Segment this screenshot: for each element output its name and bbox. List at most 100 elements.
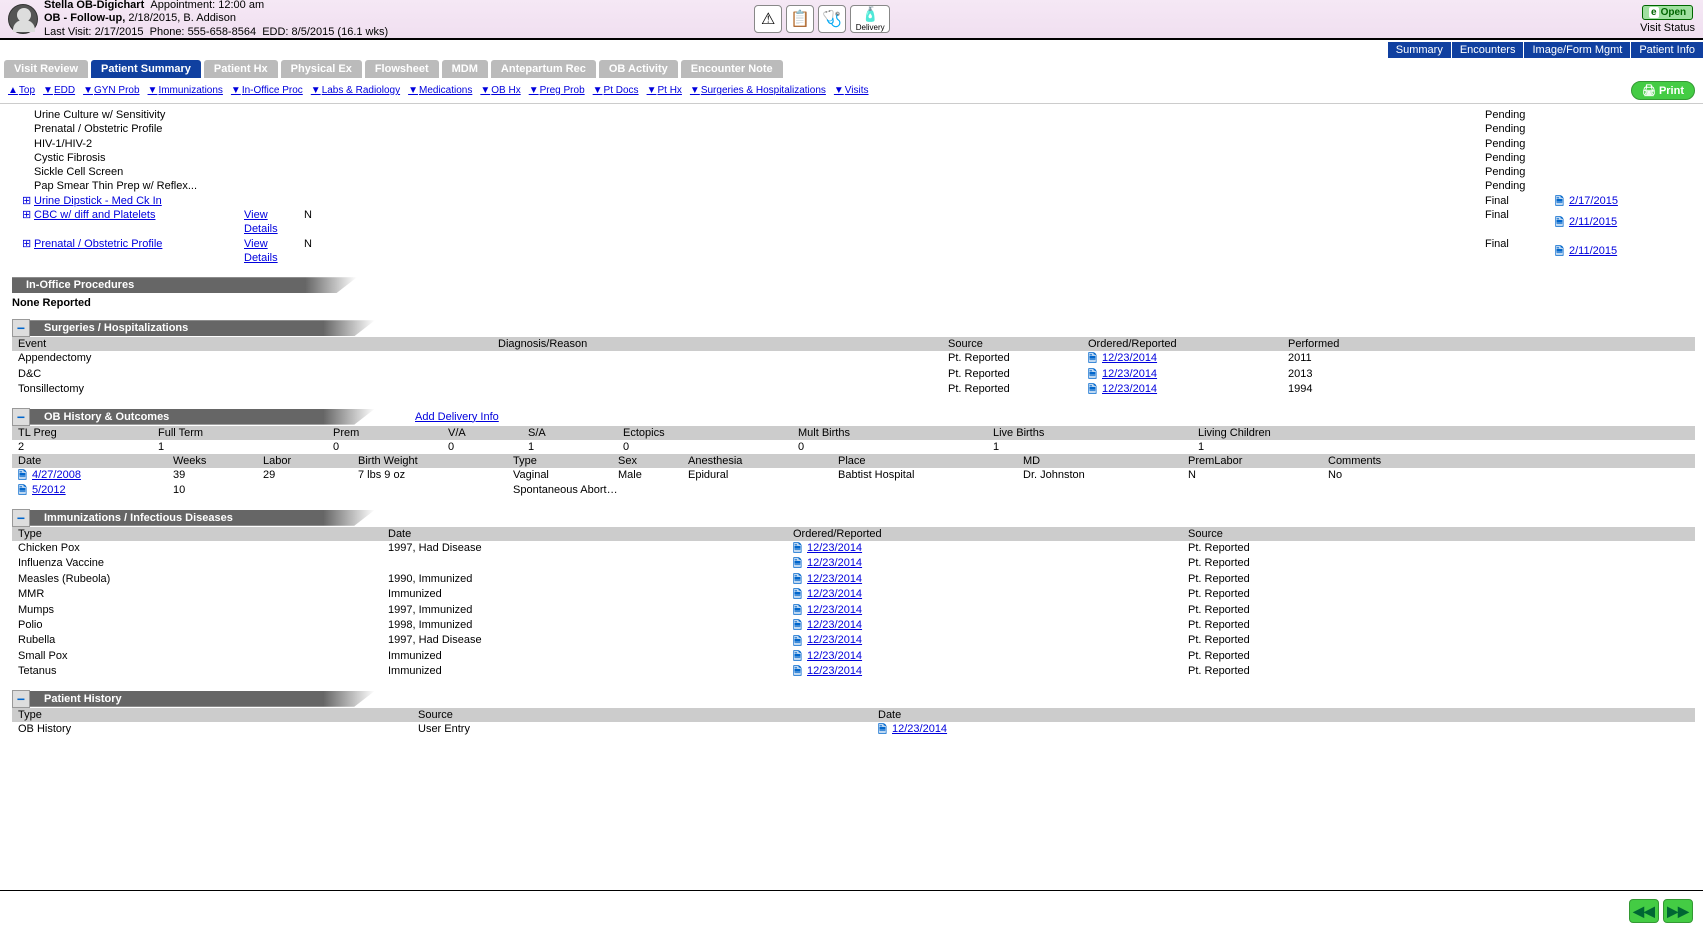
view-details-link[interactable]: View Details: [244, 209, 278, 235]
link-immunizations[interactable]: ▼Immunizations: [148, 85, 223, 96]
lab-flag: [304, 151, 344, 165]
date-link[interactable]: 12/23/2014: [807, 556, 862, 570]
link-top[interactable]: ▲Top: [8, 85, 35, 96]
date-link[interactable]: 12/23/2014: [807, 633, 862, 647]
section-ob-history: − OB History & Outcomes Add Delivery Inf…: [12, 408, 1695, 499]
collapse-icon[interactable]: −: [12, 319, 30, 337]
date-link[interactable]: 5/2012: [32, 483, 66, 497]
document-icon: 🗎: [793, 635, 805, 647]
encounters-button[interactable]: Encounters: [1452, 42, 1524, 58]
date-link[interactable]: 4/27/2008: [32, 468, 81, 482]
collapse-icon[interactable]: −: [12, 690, 30, 708]
link-preg-prob[interactable]: ▼Preg Prob: [529, 85, 585, 96]
tab-visit-review[interactable]: Visit Review: [4, 60, 88, 78]
prev-arrow-icon[interactable]: ◀◀: [1629, 899, 1659, 923]
collapse-icon[interactable]: −: [12, 408, 30, 426]
expand-icon[interactable]: ⊞: [22, 194, 34, 208]
link-edd[interactable]: ▼EDD: [43, 85, 75, 96]
table-row: Chicken Pox1997, Had Disease🗎12/23/2014P…: [12, 541, 1695, 556]
date-link[interactable]: 12/23/2014: [1102, 382, 1157, 396]
alert-icon[interactable]: ⚠: [754, 5, 782, 33]
date-link[interactable]: 12/23/2014: [1102, 351, 1157, 365]
table-row: TonsillectomyPt. Reported🗎12/23/20141994: [12, 382, 1695, 397]
stethoscope-icon[interactable]: 🩺: [818, 5, 846, 33]
link-pt-docs[interactable]: ▼Pt Docs: [593, 85, 639, 96]
printer-icon: 🖨: [1642, 84, 1656, 97]
date-link[interactable]: 12/23/2014: [807, 541, 862, 555]
lab-flag: [304, 122, 344, 136]
collapse-icon[interactable]: −: [12, 509, 30, 527]
table-row: OB HistoryUser Entry🗎12/23/2014: [12, 722, 1695, 737]
link-medications[interactable]: ▼Medications: [408, 85, 472, 96]
tab-antepartum-rec[interactable]: Antepartum Rec: [491, 60, 596, 78]
tab-encounter-note[interactable]: Encounter Note: [681, 60, 783, 78]
date-link[interactable]: 12/23/2014: [1102, 367, 1157, 381]
date-link[interactable]: 12/23/2014: [807, 587, 862, 601]
tab-ob-activity[interactable]: OB Activity: [599, 60, 678, 78]
date-link[interactable]: 12/23/2014: [807, 572, 862, 586]
date-link[interactable]: 12/23/2014: [807, 618, 862, 632]
link-pt-hx[interactable]: ▼Pt Hx: [647, 85, 682, 96]
link-ob-hx[interactable]: ▼OB Hx: [480, 85, 520, 96]
patient-avatar-icon: [8, 4, 38, 34]
lab-flag: [304, 179, 344, 193]
lab-status: Pending: [1485, 122, 1555, 136]
print-button[interactable]: 🖨Print: [1631, 81, 1695, 100]
lab-date-link[interactable]: 2/11/2015: [1569, 244, 1617, 258]
next-arrow-icon[interactable]: ▶▶: [1663, 899, 1693, 923]
lab-name-link[interactable]: CBC w/ diff and Platelets: [34, 208, 244, 237]
summary-button[interactable]: Summary: [1388, 42, 1451, 58]
document-icon: 🗎: [793, 650, 805, 662]
ob-summary-row: 2 1 0 0 1 0 0 1 1: [12, 440, 1695, 454]
add-delivery-info-link[interactable]: Add Delivery Info: [415, 411, 499, 423]
tab-mdm[interactable]: MDM: [442, 60, 488, 78]
tab-flowsheet[interactable]: Flowsheet: [365, 60, 439, 78]
section-title: Patient History: [30, 691, 375, 707]
lab-flag: N: [304, 237, 344, 266]
lab-name-link[interactable]: Prenatal / Obstetric Profile: [34, 237, 244, 266]
table-row: 🗎4/27/200839297 lbs 9 ozVaginalMaleEpidu…: [12, 468, 1695, 483]
expand-icon[interactable]: ⊞: [22, 208, 34, 237]
patient-info-block: Stella OB-Digichart Appointment: 12:00 a…: [44, 0, 388, 39]
section-immunizations: − Immunizations / Infectious Diseases Ty…: [12, 509, 1695, 680]
patient-info-button[interactable]: Patient Info: [1631, 42, 1703, 58]
document-icon: 🗎: [1088, 383, 1100, 395]
document-icon: 🗎: [1088, 352, 1100, 364]
section-title: Immunizations / Infectious Diseases: [30, 510, 375, 526]
tab-patient-summary[interactable]: Patient Summary: [91, 60, 201, 78]
open-status-badge[interactable]: eOpen: [1642, 5, 1693, 20]
date-link[interactable]: 12/23/2014: [807, 603, 862, 617]
expand-icon[interactable]: ⊞: [22, 237, 34, 266]
lab-date-link[interactable]: 2/11/2015: [1569, 215, 1617, 229]
table-row: Mumps1997, Immunized🗎12/23/2014Pt. Repor…: [12, 603, 1695, 618]
view-details-link[interactable]: View Details: [244, 238, 278, 264]
lab-name: HIV-1/HIV-2: [34, 137, 244, 151]
image-form-mgmt-button[interactable]: Image/Form Mgmt: [1524, 42, 1630, 58]
top-action-bar: SummaryEncountersImage/Form MgmtPatient …: [0, 40, 1703, 60]
table-row: Influenza Vaccine🗎12/23/2014Pt. Reported: [12, 556, 1695, 571]
document-icon: 🗎: [18, 469, 30, 481]
lab-name-link[interactable]: Urine Dipstick - Med Ck In: [34, 194, 244, 208]
link-labs-radiology[interactable]: ▼Labs & Radiology: [311, 85, 400, 96]
document-icon: 🗎: [793, 542, 805, 554]
content-scroll-area[interactable]: Urine Culture w/ SensitivityPendingPrena…: [0, 104, 1703, 744]
link-in-office-proc[interactable]: ▼In-Office Proc: [231, 85, 303, 96]
lab-date-link[interactable]: 2/17/2015: [1569, 194, 1618, 208]
tab-physical-ex[interactable]: Physical Ex: [281, 60, 362, 78]
link-surgeries[interactable]: ▼Surgeries & Hospitalizations: [690, 85, 826, 96]
link-visits[interactable]: ▼Visits: [834, 85, 869, 96]
tab-patient-hx[interactable]: Patient Hx: [204, 60, 278, 78]
main-tabs: Visit Review Patient Summary Patient Hx …: [0, 60, 1703, 78]
document-icon: 🗎: [793, 619, 805, 631]
lab-flag: N: [304, 208, 344, 237]
header-action-icons: ⚠ 📋 🩺 🧴Delivery: [754, 5, 890, 33]
delivery-icon[interactable]: 🧴Delivery: [850, 5, 890, 33]
date-link[interactable]: 12/23/2014: [807, 664, 862, 678]
clipboard-icon[interactable]: 📋: [786, 5, 814, 33]
link-gyn-prob[interactable]: ▼GYN Prob: [83, 85, 139, 96]
date-link[interactable]: 12/23/2014: [807, 649, 862, 663]
section-in-office-procedures: In-Office Procedures None Reported: [12, 277, 1695, 309]
document-icon: 🗎: [793, 604, 805, 616]
date-link[interactable]: 12/23/2014: [892, 722, 947, 736]
labs-list: Urine Culture w/ SensitivityPendingPrena…: [22, 108, 1695, 265]
